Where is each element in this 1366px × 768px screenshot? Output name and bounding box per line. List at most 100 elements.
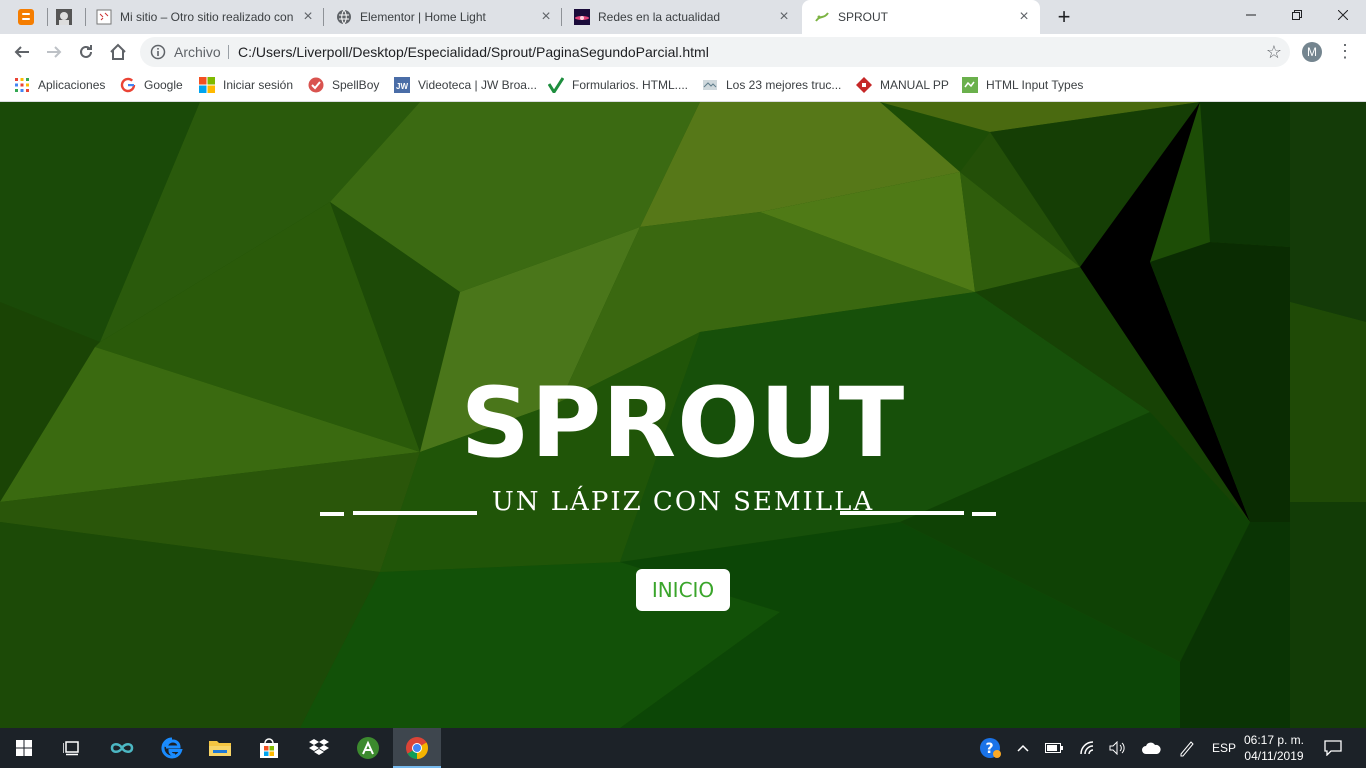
bookmark-videoteca[interactable]: JW Videoteca | JW Broa... <box>394 77 537 93</box>
notification-icon <box>1324 740 1342 756</box>
task-view-icon <box>63 741 79 756</box>
language-indicator[interactable]: ESP <box>1208 728 1240 768</box>
clock-time: 06:17 p. m. <box>1243 733 1305 747</box>
tab-portrait[interactable] <box>48 0 86 34</box>
info-icon[interactable] <box>150 44 166 60</box>
bookmark-aplicaciones[interactable]: Aplicaciones <box>14 77 105 93</box>
dropbox-icon <box>309 739 329 755</box>
tab-sprout[interactable]: SPROUT × <box>802 0 1040 34</box>
restore-icon <box>1292 10 1302 20</box>
tagline-dash-right-short <box>972 512 996 516</box>
bookmark-formularios[interactable]: Formularios. HTML.... <box>548 77 688 93</box>
tagline-dash-right-long <box>840 511 964 515</box>
site-icon <box>96 9 112 25</box>
tab-title: Mi sitio – Otro sitio realizado con <box>120 10 294 24</box>
pen-tray[interactable] <box>1174 728 1200 768</box>
bookmark-label: MANUAL PP <box>880 78 949 92</box>
clock[interactable]: 06:17 p. m. 04/11/2019 <box>1240 732 1308 764</box>
bookmark-spellboy[interactable]: SpellBoy <box>308 77 379 93</box>
windows-taskbar: ? ESP 06:17 p. m. 04/11/2019 <box>0 728 1366 768</box>
bookmark-los-23[interactable]: Los 23 mejores truc... <box>702 77 841 93</box>
bookmark-iniciar-sesion[interactable]: Iniciar sesión <box>199 77 293 93</box>
help-tray[interactable]: ? <box>976 728 1004 768</box>
close-icon[interactable]: × <box>300 9 316 25</box>
bookmark-label: HTML Input Types <box>986 78 1084 92</box>
bookmark-manual-pp[interactable]: MANUAL PP <box>856 77 949 93</box>
restore-button[interactable] <box>1274 0 1320 30</box>
bookmark-label: Videoteca | JW Broa... <box>418 78 537 92</box>
taskbar-arduino[interactable] <box>98 728 146 768</box>
blogger-icon <box>18 9 34 25</box>
tab-elementor[interactable]: Elementor | Home Light × <box>324 0 562 34</box>
cloud-icon <box>1142 742 1161 754</box>
clock-date: 04/11/2019 <box>1244 749 1304 763</box>
google-icon <box>120 77 136 93</box>
bookmark-label: SpellBoy <box>332 78 380 92</box>
taskbar-dropbox[interactable] <box>295 728 343 768</box>
menu-dots-icon[interactable]: ⋮ <box>1336 41 1354 62</box>
bookmark-label: Los 23 mejores truc... <box>726 78 842 92</box>
address-bar[interactable]: Archivo C:/Users/Liverpoll/Desktop/Espec… <box>140 37 1290 67</box>
onedrive-tray[interactable] <box>1138 728 1164 768</box>
close-icon[interactable]: × <box>1016 9 1032 25</box>
checkmark-icon <box>548 77 564 93</box>
task-view-button[interactable] <box>48 728 96 768</box>
profile-avatar[interactable]: M <box>1302 42 1322 62</box>
taskbar-store[interactable] <box>245 728 293 768</box>
close-icon[interactable]: × <box>776 9 792 25</box>
bookmark-label: Formularios. HTML.... <box>572 78 689 92</box>
close-icon[interactable]: × <box>538 9 554 25</box>
new-tab-button[interactable]: + <box>1050 0 1078 34</box>
scheme-label: Archivo <box>174 44 221 60</box>
bookmark-label: Iniciar sesión <box>223 78 294 92</box>
tab-title: SPROUT <box>838 10 889 24</box>
bookmark-label: Aplicaciones <box>38 78 106 92</box>
bookmark-star-icon[interactable]: ☆ <box>1266 42 1282 63</box>
microsoft-icon <box>199 77 215 93</box>
store-bag-icon <box>260 738 278 758</box>
battery-tray[interactable] <box>1042 728 1066 768</box>
tab-title: Redes en la actualidad <box>598 10 721 24</box>
reload-icon <box>80 45 92 58</box>
taskbar-chrome[interactable] <box>393 728 441 768</box>
taskbar-android-studio[interactable] <box>344 728 392 768</box>
home-button[interactable] <box>104 38 132 66</box>
help-icon: ? <box>980 738 1001 758</box>
hero-title: SPROUT <box>460 367 906 479</box>
show-hidden-icons[interactable] <box>1012 728 1034 768</box>
folder-icon <box>209 741 231 756</box>
wifi-tray[interactable] <box>1076 728 1100 768</box>
hero-tagline: UN LÁPIZ CON SEMILLA <box>491 487 875 517</box>
minimize-button[interactable] <box>1228 0 1274 30</box>
reload-button[interactable] <box>72 38 100 66</box>
taskbar-file-explorer[interactable] <box>196 728 244 768</box>
taskbar-edge[interactable] <box>148 728 196 768</box>
forward-button[interactable] <box>40 38 68 66</box>
action-center-button[interactable] <box>1318 728 1348 768</box>
bookmark-thumb-icon <box>703 80 717 90</box>
edge-icon <box>161 737 183 759</box>
tab-mi-sitio[interactable]: Mi sitio – Otro sitio realizado con × <box>86 0 324 34</box>
manual-icon <box>856 77 872 93</box>
globe-icon <box>337 9 351 25</box>
html-input-icon <box>962 77 978 93</box>
galaxy-icon <box>574 9 590 25</box>
url-text[interactable]: C:/Users/Liverpoll/Desktop/Especialidad/… <box>238 44 709 60</box>
bookmark-google[interactable]: Google <box>120 77 183 93</box>
close-window-button[interactable] <box>1320 0 1366 30</box>
bookmark-html-input[interactable]: HTML Input Types <box>962 77 1083 93</box>
inicio-button[interactable]: INICIO <box>636 569 730 611</box>
wifi-icon <box>1080 741 1094 755</box>
tab-redes[interactable]: Redes en la actualidad × <box>562 0 800 34</box>
start-button[interactable] <box>0 728 48 768</box>
speaker-icon <box>1109 741 1125 755</box>
back-button[interactable] <box>8 38 36 66</box>
forward-arrow-icon <box>47 46 62 58</box>
tab-blogger[interactable] <box>8 0 48 34</box>
battery-icon <box>1045 743 1063 753</box>
chrome-icon <box>406 737 428 759</box>
volume-tray[interactable] <box>1106 728 1130 768</box>
bookmarks-bar: Aplicaciones Google Iniciar sesión Spell… <box>0 70 1366 102</box>
spellboy-icon <box>308 77 324 93</box>
close-icon <box>1338 10 1348 20</box>
